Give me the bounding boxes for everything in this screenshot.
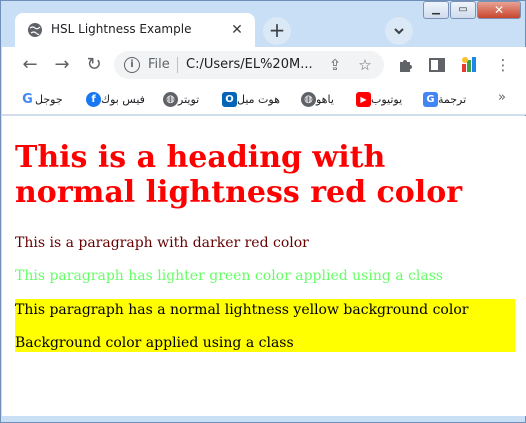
bookmark-youtube[interactable]: يوتيوب ▶: [356, 91, 407, 107]
close-tab-icon[interactable]: ✕: [229, 22, 245, 38]
globe-icon: [28, 23, 42, 37]
info-icon[interactable]: i: [124, 57, 140, 73]
minimize-button[interactable]: ▁: [423, 1, 449, 19]
yellow-background-block: This paragraph has a normal lightness ye…: [15, 299, 515, 352]
paragraph-yellow-1: This paragraph has a normal lightness ye…: [15, 302, 469, 318]
reload-icon: ↻: [86, 54, 102, 75]
star-icon[interactable]: ☆: [356, 56, 374, 74]
forward-button[interactable]: →: [50, 53, 74, 77]
bookmark-label: ترجمة: [438, 92, 467, 106]
youtube-icon: ▶: [356, 91, 371, 107]
tab-active[interactable]: HSL Lightness Example ✕: [15, 13, 255, 47]
browser-window: HSL Lightness Example ✕ + ▁ ▭ ✕ ← → ↻ i …: [0, 0, 526, 423]
globe-icon: ◍: [301, 91, 316, 107]
divider: [177, 57, 178, 73]
tab-title: HSL Lightness Example: [51, 22, 192, 36]
url-text[interactable]: C:/Users/EL%20M...: [186, 57, 313, 72]
menu-icon[interactable]: ⋮: [492, 54, 514, 76]
title-bar: HSL Lightness Example ✕ + ▁ ▭ ✕: [1, 1, 525, 47]
url-scheme: File: [148, 57, 170, 72]
close-window-button[interactable]: ✕: [477, 1, 521, 19]
google-icon: G: [20, 91, 35, 107]
bookmark-hotmail[interactable]: هوت ميل O: [222, 91, 285, 107]
bookmark-google[interactable]: جوجل G: [20, 91, 68, 107]
bookmark-translate[interactable]: ترجمة G: [423, 91, 471, 107]
profile-avatar-icon[interactable]: [458, 54, 480, 76]
arrow-left-icon: ←: [22, 54, 38, 75]
bookmark-label: تويتر: [178, 92, 200, 106]
arrow-right-icon: →: [54, 54, 70, 75]
paragraph-dark-red: This is a paragraph with darker red colo…: [15, 235, 309, 251]
side-panel-icon[interactable]: [426, 54, 448, 76]
maximize-button[interactable]: ▭: [450, 1, 476, 19]
facebook-icon: f: [86, 91, 101, 107]
bookmark-twitter[interactable]: تويتر ◍: [163, 91, 204, 107]
address-bar[interactable]: i File C:/Users/EL%20M... ⇪ ☆: [114, 51, 384, 79]
outlook-icon: O: [222, 91, 237, 107]
globe-icon: ◍: [163, 91, 178, 107]
new-tab-button[interactable]: +: [263, 17, 291, 45]
extensions-icon[interactable]: [394, 54, 416, 76]
paragraph-light-green: This paragraph has lighter green color a…: [15, 268, 444, 284]
bookmark-label: يوتيوب: [371, 92, 403, 106]
back-button[interactable]: ←: [18, 53, 42, 77]
bookmark-yahoo[interactable]: ياهو ◍: [301, 91, 339, 107]
more-bookmarks-button[interactable]: »: [498, 90, 506, 105]
bookmark-label: جوجل: [35, 92, 63, 106]
bookmark-label: هوت ميل: [237, 92, 280, 106]
google-translate-icon: G: [423, 91, 438, 107]
bookmarks-bar: جوجل G فيس بوك f تويتر ◍ هوت ميل O ياهو …: [2, 83, 526, 115]
chevron-down-icon: [394, 28, 404, 35]
bookmark-label: فيس بوك: [101, 92, 145, 106]
bookmark-label: ياهو: [316, 92, 334, 106]
bookmark-facebook[interactable]: فيس بوك f: [86, 91, 150, 107]
toolbar: ← → ↻ i File C:/Users/EL%20M... ⇪ ☆ ⋮: [2, 47, 526, 83]
tab-search-button[interactable]: [385, 17, 413, 45]
share-icon[interactable]: ⇪: [326, 56, 344, 74]
page-content: This is a heading with normal lightness …: [2, 116, 526, 416]
paragraph-yellow-2: Background color applied using a class: [15, 335, 294, 351]
reload-button[interactable]: ↻: [82, 53, 106, 77]
window-controls: ▁ ▭ ✕: [422, 1, 521, 21]
page-heading: This is a heading with normal lightness …: [15, 140, 463, 210]
